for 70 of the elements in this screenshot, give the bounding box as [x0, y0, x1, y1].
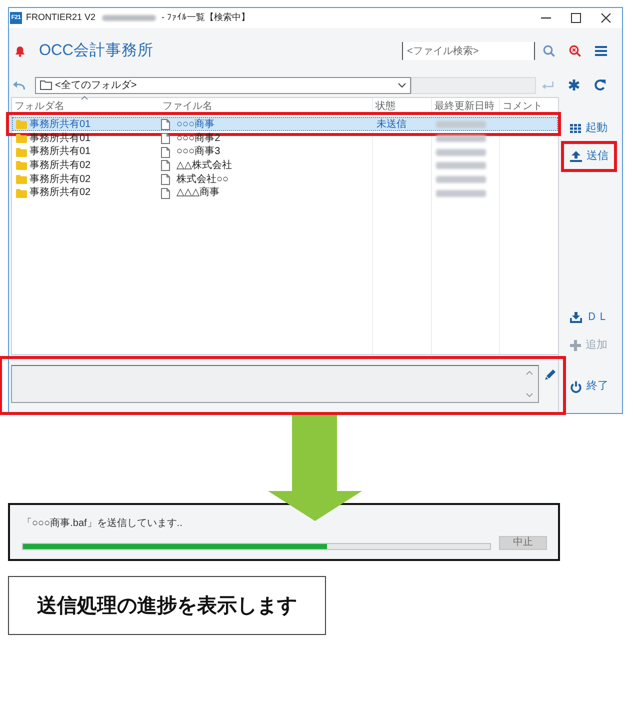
redacted-date: [436, 176, 486, 184]
redacted-date: [436, 190, 486, 197]
folder-name: 事務所共有02: [30, 172, 91, 186]
redacted-date: [436, 121, 486, 128]
pencil-icon[interactable]: [544, 369, 556, 380]
folder-icon: [40, 80, 52, 90]
folder-icon: [16, 188, 26, 198]
power-icon: [570, 380, 582, 392]
download-icon: [570, 312, 582, 323]
back-arrow-icon[interactable]: [13, 80, 25, 90]
folder-icon: [16, 161, 26, 170]
sidebar-button[interactable]: 起動: [558, 120, 612, 137]
folder-name: 事務所共有02: [30, 186, 91, 200]
folder-name: 事務所共有01: [30, 145, 91, 160]
sidebar-button[interactable]: 終了: [558, 378, 612, 395]
sidebar-button[interactable]: ＤＬ: [558, 309, 612, 326]
file-name: ○○○商事3: [176, 145, 220, 160]
folder-icon: [16, 134, 26, 144]
refresh-icon[interactable]: [594, 79, 606, 91]
apps-grid-icon: [570, 124, 580, 133]
column-header[interactable]: ファイル名: [160, 101, 372, 114]
window-subtitle: - ﾌｧｲﾙ一覧【検索中】: [162, 11, 250, 24]
folder-name: 事務所共有02: [30, 159, 91, 173]
menu-icon[interactable]: [595, 46, 607, 56]
sidebar-button[interactable]: 送信: [558, 148, 612, 165]
file-name: △△△商事: [176, 186, 220, 200]
file-name: ○○○商事2: [176, 132, 220, 146]
folder-icon: [16, 148, 26, 157]
bell-icon[interactable]: [15, 46, 25, 56]
redacted-date: [436, 162, 486, 170]
scroll-up-icon[interactable]: [526, 371, 532, 375]
caption-note: 送信処理の進捗を表示します: [8, 576, 326, 635]
minimize-icon[interactable]: [541, 17, 551, 19]
document-icon: [160, 188, 170, 199]
column-header[interactable]: 状態: [372, 101, 432, 114]
column-header[interactable]: 最終更新日時: [432, 101, 500, 114]
asterisk-icon[interactable]: [568, 79, 580, 91]
maximize-icon[interactable]: [571, 13, 581, 23]
document-icon: [160, 174, 170, 186]
scroll-down-icon[interactable]: [526, 393, 532, 397]
folder-name: 事務所共有01: [30, 132, 91, 146]
window-title: FRONTIER21 V2: [26, 11, 96, 24]
file-name: △△株式会社: [176, 159, 232, 173]
column-header[interactable]: コメント: [500, 101, 558, 114]
folder-name: 事務所共有01: [30, 118, 91, 132]
folder-dropdown[interactable]: <全てのフォルダ>: [35, 76, 411, 94]
file-name: ○○○商事: [176, 118, 215, 132]
comment-field[interactable]: [10, 365, 538, 403]
document-icon: [160, 119, 170, 130]
plus-icon: [570, 340, 580, 351]
search-clear-icon[interactable]: [569, 45, 581, 57]
search-icon[interactable]: [543, 45, 555, 57]
folder-icon: [16, 120, 26, 130]
file-name: 株式会社○○: [176, 172, 229, 186]
document-icon: [160, 160, 170, 172]
status-text: 未送信: [376, 118, 406, 132]
progress-message: 「○○○商事.baf」を送信しています..: [22, 518, 182, 530]
column-header[interactable]: フォルダ名: [12, 101, 160, 114]
chevron-down-icon: [398, 82, 406, 88]
selected-row[interactable]: 事務所共有01 ○○○商事 未送信: [12, 117, 558, 131]
office-name: OCC会計事務所: [39, 43, 154, 59]
folder-icon: [16, 175, 26, 184]
document-icon: [160, 133, 170, 144]
redacted-date: [436, 135, 486, 142]
upload-icon: [570, 151, 582, 162]
search-field[interactable]: <ファイル検索>: [402, 42, 535, 60]
redacted-text: [102, 15, 156, 21]
document-icon: [160, 146, 170, 158]
close-icon[interactable]: [601, 13, 611, 23]
redacted-date: [436, 148, 486, 156]
